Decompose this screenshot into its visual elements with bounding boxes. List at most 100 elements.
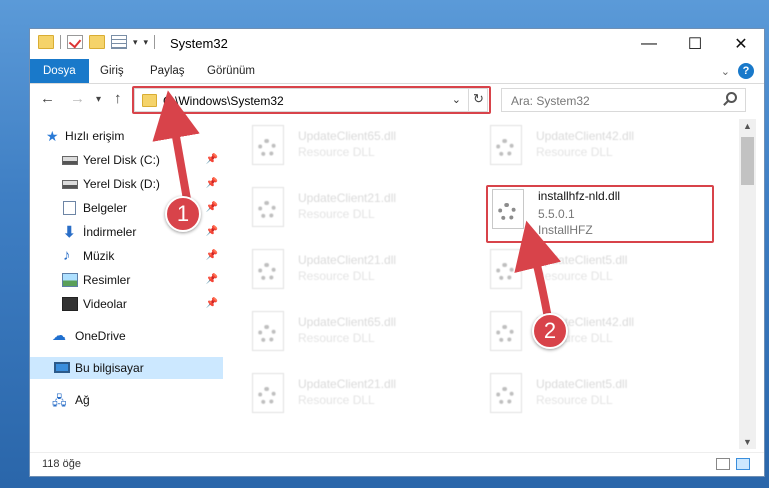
file-description: Resource DLL xyxy=(298,269,375,283)
window-title: System32 xyxy=(170,36,228,51)
pin-icon[interactable]: 📌 xyxy=(206,154,218,165)
step-2-badge: 2 xyxy=(532,313,568,349)
file-description: Resource DLL xyxy=(298,393,375,407)
new-folder-icon[interactable] xyxy=(89,35,105,49)
navigation-pane: ★ Hızlı erişim Yerel Disk (C:) 📌 Yerel D… xyxy=(30,119,223,449)
pin-icon[interactable]: 📌 xyxy=(206,250,218,261)
pin-icon[interactable]: 📌 xyxy=(206,202,218,213)
tab-view[interactable]: Görünüm xyxy=(195,59,267,83)
help-icon[interactable]: ? xyxy=(738,63,754,79)
file-tile[interactable]: UpdateClient65.dll Resource DLL xyxy=(226,119,456,177)
sidebar-item-network[interactable]: 🖧 Ağ xyxy=(30,389,223,411)
documents-icon xyxy=(63,201,76,215)
sidebar-item-label: Resimler xyxy=(83,273,131,287)
file-tile[interactable]: UpdateClient42.dll Resource DLL xyxy=(464,305,694,363)
sidebar-item-quick-access[interactable]: ★ Hızlı erişim xyxy=(30,125,223,147)
file-name: UpdateClient65.dll xyxy=(298,315,397,329)
pin-icon[interactable]: 📌 xyxy=(206,298,218,309)
title-bar: ▾ ▾ System32 — ☐ ✕ xyxy=(30,29,764,59)
file-name: UpdateClient21.dll xyxy=(298,377,397,391)
gear-icon xyxy=(496,263,514,281)
music-icon: ♪ xyxy=(63,247,71,264)
file-name: UpdateClient42.dll xyxy=(536,129,635,143)
sidebar-item-pictures[interactable]: Resimler 📌 xyxy=(30,269,223,291)
separator xyxy=(60,35,61,49)
dll-file-icon xyxy=(490,311,522,351)
sidebar-item-onedrive[interactable]: ☁ OneDrive xyxy=(30,325,223,347)
back-arrow-icon[interactable]: ← xyxy=(40,90,55,107)
gear-icon xyxy=(496,325,514,343)
sidebar-item-this-pc[interactable]: Bu bilgisayar xyxy=(30,357,223,379)
file-tile[interactable]: UpdateClient42.dll Resource DLL xyxy=(464,119,694,177)
sidebar-item-label: Videolar xyxy=(83,297,127,311)
customize-toolbar-icon[interactable]: ▾ xyxy=(144,37,149,48)
sidebar-item-label: OneDrive xyxy=(75,329,126,343)
dll-file-icon xyxy=(490,125,522,165)
search-input[interactable]: Ara: System32 xyxy=(501,88,746,112)
file-highlight-box xyxy=(486,185,714,243)
ribbon-right: ⌄ ? xyxy=(721,63,754,79)
file-tile[interactable]: UpdateClient21.dll Resource DLL xyxy=(226,181,456,239)
pin-icon[interactable]: 📌 xyxy=(206,178,218,189)
tiles-view-icon[interactable] xyxy=(736,458,750,470)
details-view-icon[interactable] xyxy=(716,458,730,470)
file-description: Resource DLL xyxy=(536,145,613,159)
file-tile[interactable]: UpdateClient5.dll Resource DLL xyxy=(464,367,694,425)
file-tile[interactable]: UpdateClient65.dll Resource DLL xyxy=(226,305,456,363)
sidebar-item-label: Hızlı erişim xyxy=(65,129,125,143)
tab-file[interactable]: Dosya xyxy=(30,59,89,83)
properties-check-icon[interactable] xyxy=(67,35,83,49)
quick-access-toolbar: ▾ ▾ xyxy=(38,35,156,49)
file-name: UpdateClient5.dll xyxy=(536,253,628,267)
cloud-icon: ☁ xyxy=(52,327,66,343)
expand-ribbon-icon[interactable]: ⌄ xyxy=(721,65,730,78)
disk-icon xyxy=(62,156,78,165)
sidebar-item-disk-c[interactable]: Yerel Disk (C:) 📌 xyxy=(30,149,223,171)
step-1-badge: 1 xyxy=(165,196,201,232)
sidebar-item-videos[interactable]: Videolar 📌 xyxy=(30,293,223,315)
file-name: UpdateClient21.dll xyxy=(298,253,397,267)
scroll-up-icon[interactable]: ▲ xyxy=(739,121,756,131)
tab-share[interactable]: Paylaş xyxy=(138,59,197,83)
close-button[interactable]: ✕ xyxy=(718,29,764,59)
recent-locations-icon[interactable]: ▾ xyxy=(96,94,101,105)
file-name: UpdateClient65.dll xyxy=(298,129,397,143)
dll-file-icon xyxy=(490,249,522,289)
gear-icon xyxy=(258,139,276,157)
scroll-down-icon[interactable]: ▼ xyxy=(739,437,756,447)
sidebar-item-disk-d[interactable]: Yerel Disk (D:) 📌 xyxy=(30,173,223,195)
file-description: Resource DLL xyxy=(536,393,613,407)
file-description: Resource DLL xyxy=(536,269,613,283)
folder-icon[interactable] xyxy=(38,35,54,49)
scroll-thumb[interactable] xyxy=(741,137,754,185)
search-placeholder: Ara: System32 xyxy=(511,94,590,108)
computer-icon xyxy=(54,362,70,373)
pin-icon[interactable]: 📌 xyxy=(206,274,218,285)
disk-icon xyxy=(62,180,78,189)
file-tile[interactable]: UpdateClient21.dll Resource DLL xyxy=(226,243,456,301)
tab-home[interactable]: Giriş xyxy=(88,59,136,83)
sidebar-item-label: Yerel Disk (D:) xyxy=(83,177,160,191)
vertical-scrollbar[interactable]: ▲ ▼ xyxy=(739,119,756,449)
chevron-down-icon[interactable]: ▾ xyxy=(133,37,138,48)
sidebar-item-label: Ağ xyxy=(75,393,90,407)
sidebar-item-label: Müzik xyxy=(83,249,115,263)
sidebar-item-label: Bu bilgisayar xyxy=(75,361,144,375)
minimize-button[interactable]: — xyxy=(626,29,672,59)
network-icon: 🖧 xyxy=(52,393,67,408)
file-description: Resource DLL xyxy=(298,207,375,221)
view-options-icon[interactable] xyxy=(111,35,127,49)
dll-file-icon xyxy=(252,125,284,165)
sidebar-item-music[interactable]: ♪ Müzik 📌 xyxy=(30,245,223,267)
window-controls: — ☐ ✕ xyxy=(626,29,764,59)
forward-arrow-icon[interactable]: → xyxy=(70,90,85,107)
gear-icon xyxy=(496,387,514,405)
maximize-button[interactable]: ☐ xyxy=(672,29,718,59)
file-tile[interactable]: UpdateClient5.dll Resource DLL xyxy=(464,243,694,301)
separator xyxy=(154,35,156,49)
gear-icon xyxy=(258,325,276,343)
pin-icon[interactable]: 📌 xyxy=(206,226,218,237)
up-arrow-icon[interactable]: ↑ xyxy=(114,90,122,107)
file-tile[interactable]: UpdateClient21.dll Resource DLL xyxy=(226,367,456,425)
dll-file-icon xyxy=(252,311,284,351)
